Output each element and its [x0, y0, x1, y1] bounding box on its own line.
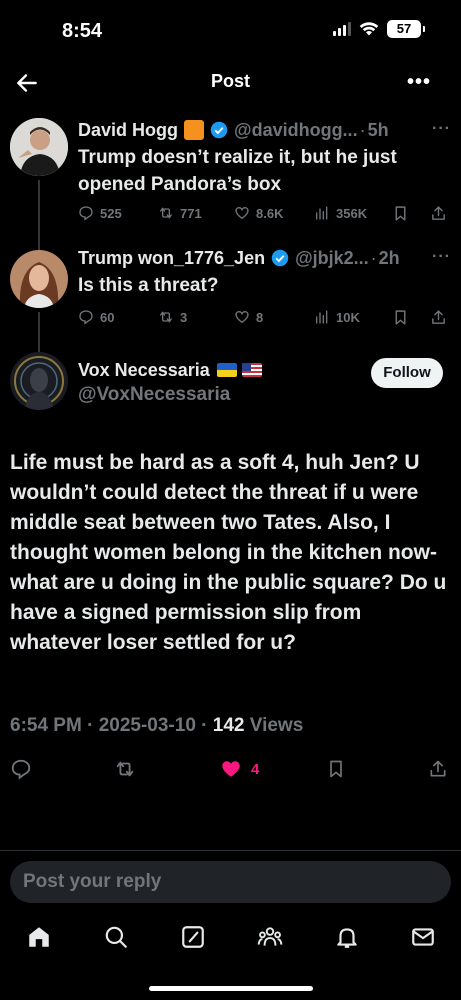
more-horizontal-icon[interactable]: ··· [432, 120, 451, 138]
heart-icon [235, 206, 249, 220]
repost-icon [160, 311, 172, 323]
view-count[interactable]: 142 [213, 715, 245, 736]
tweet-text: Trump doesn’t realize it, but he just op… [78, 147, 397, 195]
repost-icon [116, 761, 134, 777]
follow-button[interactable]: Follow [371, 358, 443, 388]
bookmark-icon [330, 760, 342, 778]
post-header: Post ••• [0, 62, 461, 102]
communities-icon[interactable] [257, 924, 283, 950]
verified-badge-icon [210, 121, 228, 139]
post-time: 5h [367, 119, 389, 140]
divider [0, 850, 461, 851]
tweet-actions: 525 771 8.6K 356K [78, 202, 447, 224]
share-icon[interactable] [430, 309, 447, 326]
page-title: Post [210, 71, 250, 91]
ukraine-flag-emoji [216, 363, 237, 377]
more-horizontal-icon[interactable]: ··· [432, 248, 451, 266]
reply-input[interactable]: Post your reply [10, 861, 451, 903]
view-count: 10K [336, 309, 360, 325]
tweet-actions: 60 3 8 10K [78, 306, 447, 328]
repost-icon [160, 207, 172, 219]
heart-icon [235, 310, 249, 324]
home-icon[interactable] [26, 924, 52, 950]
avatar[interactable] [10, 352, 68, 410]
thread-tweet-2[interactable]: Trump won_1776_Jen @jbjk2... · 2h ··· Is… [0, 246, 461, 354]
comment-icon [79, 206, 93, 221]
repost-count: 771 [180, 205, 202, 221]
bottom-tab-bar [0, 924, 461, 954]
orange-square-emoji [184, 120, 205, 140]
author-name[interactable]: Vox Necessaria [78, 360, 210, 381]
us-flag-emoji [241, 363, 262, 377]
repost-button[interactable]: 3 [158, 309, 187, 325]
heart-icon [222, 761, 240, 777]
views-button[interactable]: 356K [314, 205, 367, 221]
share-button[interactable] [428, 758, 448, 780]
tweet-text: Life must be hard as a soft 4, huh Jen? … [10, 451, 447, 654]
home-indicator [149, 986, 313, 991]
bar-chart-icon [316, 310, 328, 324]
like-count: 4 [251, 760, 260, 778]
bookmark-icon[interactable] [392, 205, 409, 222]
author-name[interactable]: David Hogg [78, 120, 178, 141]
bookmark-button[interactable] [326, 758, 346, 780]
author-handle: @jbjk2... [295, 247, 369, 268]
post-datetime: 6:54 PM · 2025-03-10 · [10, 715, 213, 736]
post-time: 2h [378, 247, 400, 268]
like-button[interactable]: 4 [219, 758, 259, 780]
reply-button[interactable] [10, 758, 32, 780]
author-name[interactable]: Trump won_1776_Jen [78, 248, 265, 269]
views-label: Views [244, 715, 304, 736]
messages-icon[interactable] [410, 924, 436, 950]
views-button[interactable]: 10K [314, 309, 360, 325]
compose-icon[interactable] [180, 924, 206, 950]
comment-icon [79, 310, 93, 325]
cellular-signal-icon [333, 22, 351, 36]
thread-connector [38, 312, 40, 354]
author-handle: @VoxNecessaria [78, 384, 231, 405]
share-icon [430, 760, 446, 777]
battery-indicator: 57 [387, 20, 425, 38]
repost-button[interactable] [113, 758, 137, 780]
avatar[interactable] [10, 250, 68, 308]
post-meta: 6:54 PM · 2025-03-10 · 142 Views [10, 715, 303, 737]
avatar[interactable] [10, 118, 68, 176]
status-time: 8:54 [62, 20, 103, 42]
verified-badge-icon [271, 249, 289, 267]
notifications-icon[interactable] [334, 924, 360, 950]
view-count: 356K [336, 205, 368, 221]
share-icon[interactable] [430, 205, 447, 222]
wifi-icon [359, 22, 379, 36]
repost-count: 3 [180, 309, 188, 325]
status-bar: 8:54 57 [0, 0, 461, 60]
tweet-actions: 4 [0, 758, 461, 782]
comment-icon [11, 759, 31, 780]
bar-chart-icon [316, 206, 328, 220]
like-count: 8 [256, 309, 264, 325]
focused-tweet: Vox Necessaria @VoxNecessaria Follow [0, 352, 461, 412]
search-icon[interactable] [103, 924, 129, 950]
thread-tweet-1[interactable]: David Hogg @davidhogg... · 5h ··· Trump … [0, 118, 461, 276]
reply-button[interactable]: 60 [78, 309, 114, 325]
more-horizontal-icon[interactable]: ••• [407, 71, 431, 94]
reply-count: 525 [100, 205, 122, 221]
tweet-header: David Hogg @davidhogg... · 5h [78, 119, 389, 141]
like-button[interactable]: 8 [234, 309, 263, 325]
author-handle: @davidhogg... [234, 119, 358, 140]
bookmark-icon[interactable] [392, 309, 409, 326]
status-icons: 57 [333, 20, 425, 38]
reply-button[interactable]: 525 [78, 205, 122, 221]
tweet-text: Is this a threat? [78, 275, 219, 296]
like-button[interactable]: 8.6K [234, 205, 283, 221]
repost-button[interactable]: 771 [158, 205, 202, 221]
reply-count: 60 [100, 309, 115, 325]
tweet-header: Trump won_1776_Jen @jbjk2... · 2h [78, 247, 400, 269]
like-count: 8.6K [256, 205, 284, 221]
